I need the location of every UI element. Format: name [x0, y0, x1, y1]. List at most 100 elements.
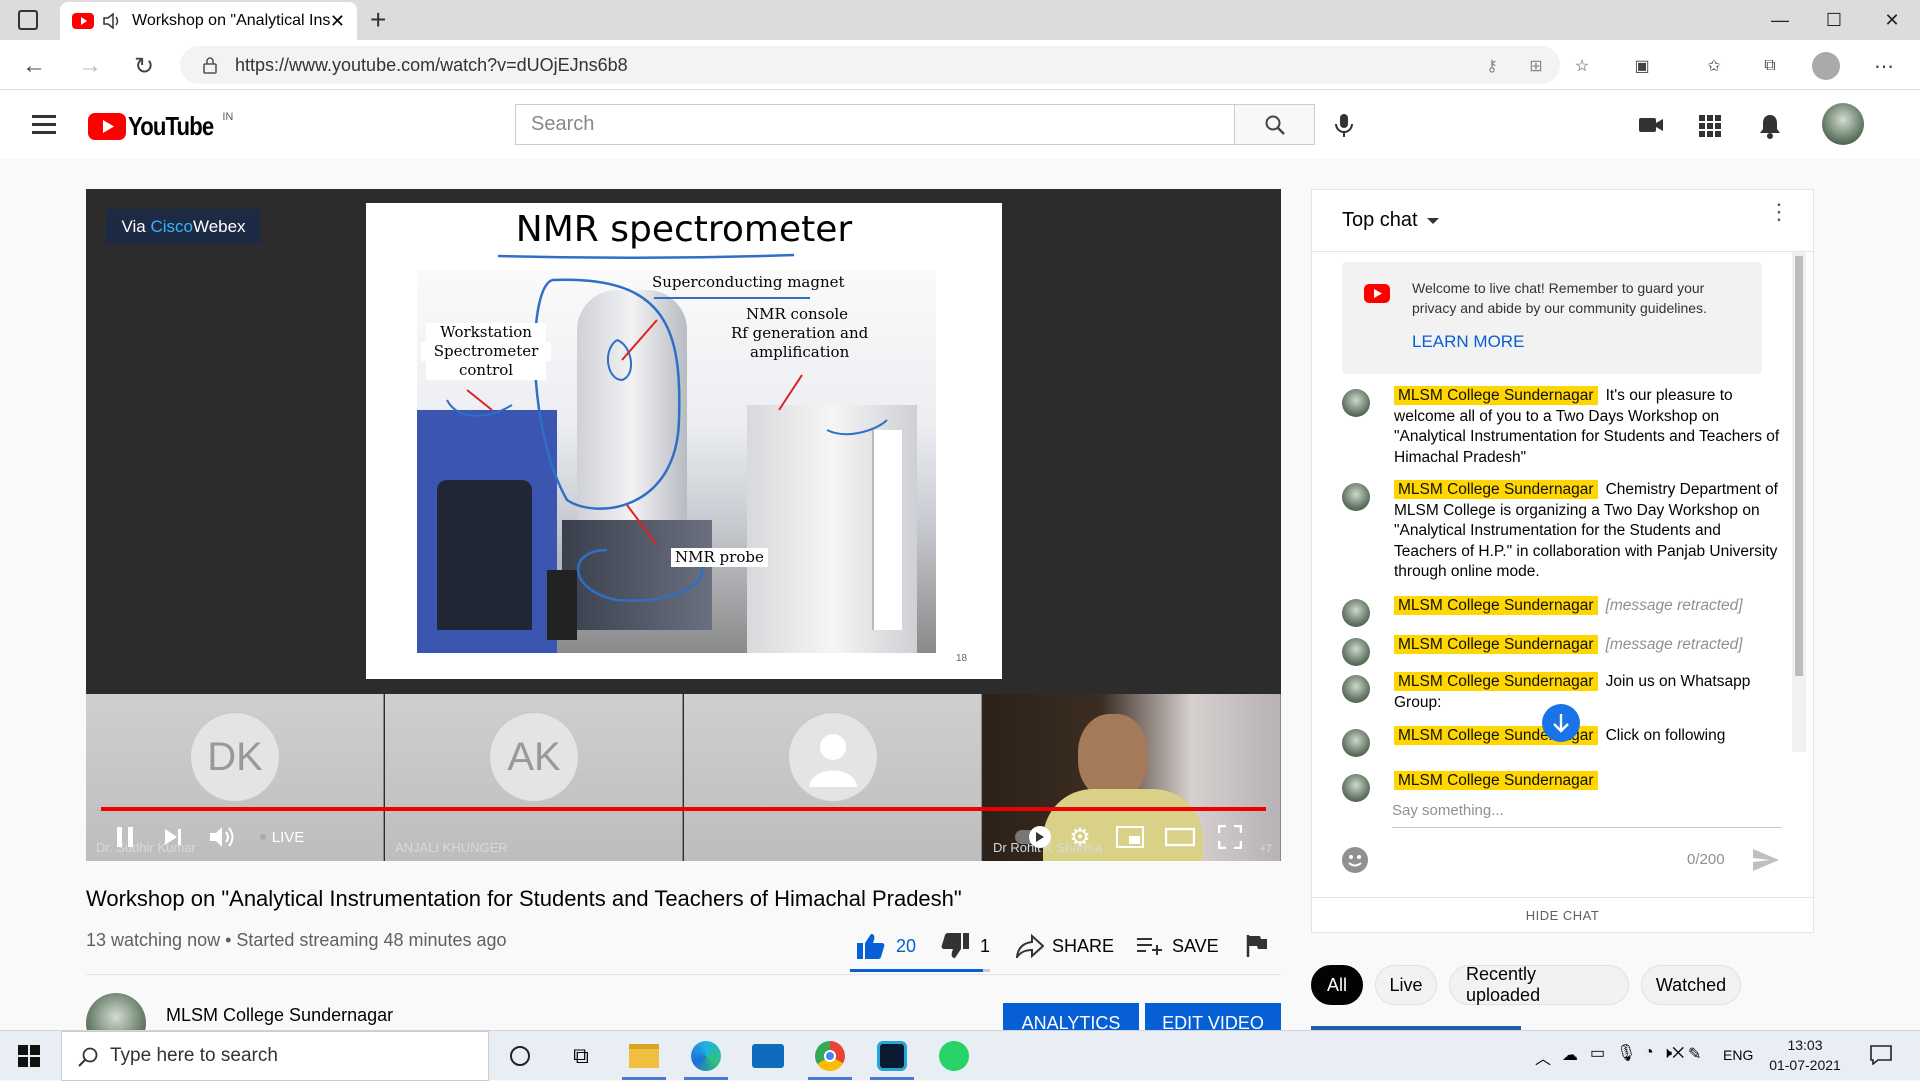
author-avatar[interactable] — [1342, 483, 1370, 511]
autoplay-toggle[interactable] — [1012, 813, 1052, 861]
like-button[interactable]: 20 — [856, 928, 916, 964]
label-console-1: NMR console — [746, 305, 849, 323]
volume-button[interactable] — [202, 813, 242, 861]
speaker-icon[interactable] — [102, 12, 122, 30]
app-install-icon[interactable]: ⊞ — [1520, 50, 1552, 82]
settings-gear-icon[interactable]: ⚙ — [1060, 813, 1100, 861]
lock-icon[interactable] — [202, 56, 218, 74]
channel-name[interactable]: MLSM College Sundernagar — [166, 1005, 393, 1026]
close-window-button[interactable]: ✕ — [1864, 0, 1920, 40]
tab-actions-icon[interactable] — [18, 10, 38, 30]
fullscreen-icon[interactable] — [1210, 813, 1250, 861]
task-view-icon[interactable]: ⧉ — [555, 1036, 607, 1076]
minimize-button[interactable]: — — [1752, 0, 1808, 40]
next-button[interactable] — [154, 813, 192, 861]
meet-now-icon[interactable]: ▭ — [1590, 1043, 1605, 1063]
language-indicator[interactable]: ENG — [1723, 1047, 1753, 1063]
share-button[interactable]: SHARE — [1016, 928, 1114, 964]
close-tab-icon[interactable]: ✕ — [330, 11, 345, 32]
pen-icon[interactable]: ✎ — [1688, 1044, 1701, 1064]
create-video-icon[interactable] — [1638, 115, 1664, 135]
account-avatar[interactable] — [1822, 103, 1864, 145]
search-button[interactable] — [1234, 104, 1315, 145]
add-favorite-icon[interactable]: ☆ — [1566, 50, 1598, 82]
mail-icon[interactable] — [742, 1036, 794, 1076]
author-badge[interactable]: MLSM College Sundernagar — [1394, 596, 1598, 615]
browser-tab[interactable]: Workshop on "Analytical Ins ✕ — [60, 2, 357, 40]
webex-app-icon[interactable] — [866, 1036, 918, 1080]
emoji-icon[interactable] — [1342, 847, 1368, 873]
author-avatar[interactable] — [1342, 729, 1370, 757]
live-indicator[interactable]: LIVE — [252, 813, 312, 861]
chip-all[interactable]: All — [1311, 965, 1363, 1005]
volume-muted-icon[interactable]: 🕨✕ — [1662, 1045, 1684, 1063]
hide-chat-button[interactable]: HIDE CHAT — [1312, 897, 1813, 933]
network-icon[interactable]: ◔ — [1644, 1044, 1654, 1062]
favorites-icon[interactable]: ✩ — [1698, 50, 1730, 82]
chat-menu-icon[interactable]: ⋮ — [1768, 201, 1790, 223]
maximize-button[interactable]: ☐ — [1806, 0, 1862, 40]
apps-grid-icon[interactable] — [1699, 115, 1721, 137]
notifications-bell-icon[interactable] — [1759, 113, 1781, 139]
onedrive-icon[interactable]: ☁ — [1562, 1045, 1578, 1065]
author-badge[interactable]: MLSM College Sundernagar — [1394, 386, 1598, 405]
video-player[interactable]: Via Cisco Webex NMR spectrometer Superco… — [86, 189, 1281, 861]
search-input[interactable]: Search — [515, 104, 1236, 145]
progress-bar[interactable] — [101, 807, 1266, 811]
extension-icon[interactable]: ▣ — [1626, 50, 1658, 82]
chat-mode-dropdown[interactable]: Top chat — [1342, 209, 1440, 232]
share-icon — [1016, 934, 1044, 958]
dislike-button[interactable]: 1 — [940, 928, 990, 964]
chip-recently-uploaded[interactable]: Recently uploaded — [1449, 964, 1629, 1005]
hamburger-menu-icon[interactable] — [32, 115, 56, 134]
windows-start-icon[interactable] — [18, 1045, 40, 1067]
key-icon[interactable]: ⚷ — [1476, 50, 1508, 82]
forward-arrow-icon[interactable]: → — [74, 50, 106, 82]
theater-mode-icon[interactable] — [1160, 813, 1200, 861]
miniplayer-icon[interactable] — [1110, 813, 1150, 861]
scroll-to-bottom-button[interactable] — [1542, 704, 1580, 742]
more-menu-icon[interactable]: ⋯ — [1868, 50, 1900, 82]
author-badge[interactable]: MLSM College Sundernagar — [1394, 635, 1598, 654]
save-button[interactable]: SAVE — [1136, 928, 1219, 964]
chip-live[interactable]: Live — [1375, 965, 1437, 1005]
author-avatar[interactable] — [1342, 774, 1370, 802]
refresh-icon[interactable]: ↻ — [128, 50, 160, 82]
new-tab-button[interactable]: + — [370, 4, 386, 36]
taskbar-search-input[interactable]: Type here to search — [61, 1031, 489, 1081]
pause-button[interactable] — [106, 813, 144, 861]
author-avatar[interactable] — [1342, 638, 1370, 666]
cortana-icon[interactable] — [494, 1036, 546, 1076]
mic-tray-icon[interactable]: 🎙 — [1616, 1043, 1636, 1063]
author-avatar[interactable] — [1342, 599, 1370, 627]
learn-more-link[interactable]: LEARN MORE — [1412, 332, 1524, 352]
notifications-icon[interactable] — [1870, 1045, 1892, 1065]
report-flag-icon[interactable] — [1246, 928, 1268, 964]
profile-avatar[interactable] — [1810, 50, 1842, 82]
show-hidden-icons-icon[interactable]: ︿ — [1535, 1045, 1551, 1069]
chat-input[interactable]: Say something... — [1392, 802, 1782, 828]
chip-watched[interactable]: Watched — [1641, 965, 1741, 1005]
chrome-icon[interactable] — [804, 1036, 856, 1080]
youtube-logo[interactable]: YouTube IN — [88, 111, 233, 142]
author-badge[interactable]: MLSM College Sundernagar — [1394, 480, 1598, 499]
whatsapp-icon[interactable] — [928, 1036, 980, 1076]
author-badge[interactable]: MLSM College Sundernagar — [1394, 771, 1598, 790]
chat-scrollbar[interactable] — [1792, 252, 1806, 752]
send-icon[interactable] — [1752, 848, 1780, 872]
search-icon — [1265, 115, 1285, 135]
youtube-logo-small-icon — [1364, 284, 1390, 303]
browser-tab-strip: Workshop on "Analytical Ins ✕ + — ☐ ✕ — [0, 0, 1920, 40]
back-arrow-icon[interactable]: ← — [18, 50, 50, 82]
edge-browser-icon[interactable] — [680, 1036, 732, 1080]
taskbar-clock[interactable]: 13:03 01-07-2021 — [1760, 1035, 1850, 1075]
chat-welcome-banner: Welcome to live chat! Remember to guard … — [1342, 262, 1762, 374]
collections-icon[interactable]: ⧉ — [1754, 50, 1786, 82]
file-explorer-icon[interactable] — [618, 1036, 670, 1080]
participant-initials: DK — [190, 712, 280, 802]
address-bar[interactable]: https://www.youtube.com/watch?v=dUOjEJns… — [180, 46, 1560, 84]
author-avatar[interactable] — [1342, 675, 1370, 703]
microphone-icon[interactable] — [1333, 112, 1355, 138]
author-avatar[interactable] — [1342, 389, 1370, 417]
author-badge[interactable]: MLSM College Sundernagar — [1394, 672, 1598, 691]
